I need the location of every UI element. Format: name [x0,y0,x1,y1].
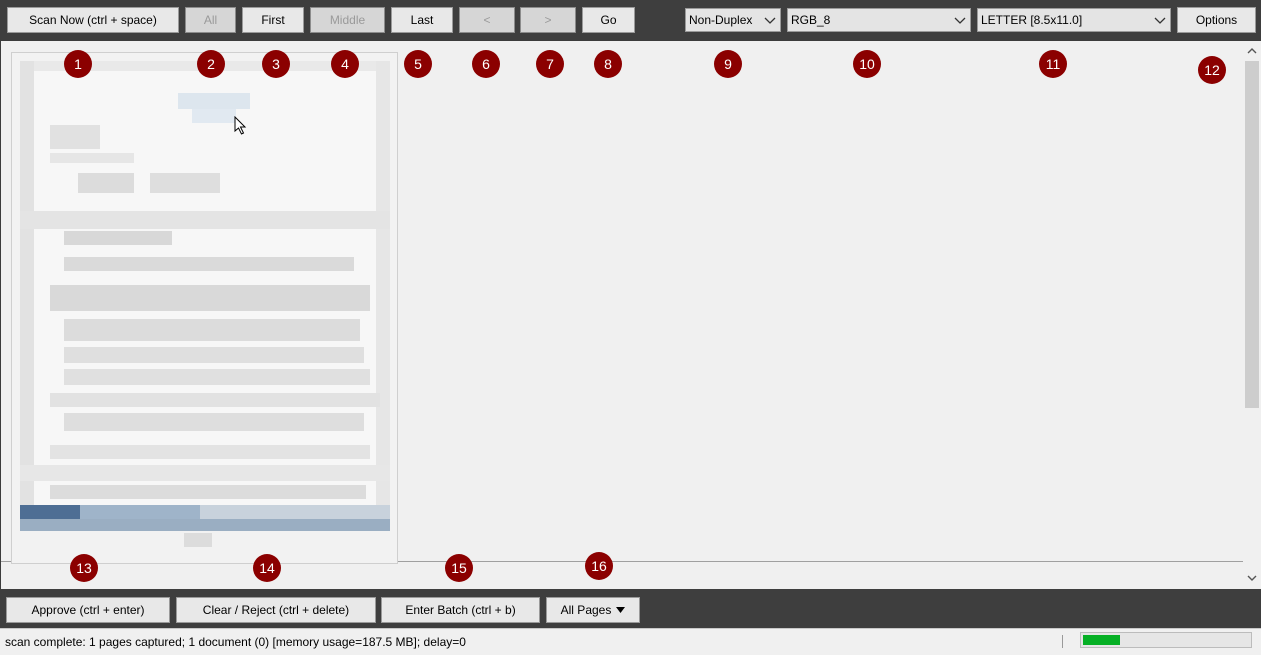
callout-badge-6: 6 [472,50,500,78]
callout-badge-7: 7 [536,50,564,78]
bottom-toolbar: Approve (ctrl + enter) Clear / Reject (c… [0,589,1261,628]
clear-reject-button[interactable]: Clear / Reject (ctrl + delete) [176,597,376,623]
all-button[interactable]: All [185,7,236,33]
progress-bar-fill [1083,635,1120,645]
status-message: scan complete: 1 pages captured; 1 docum… [5,635,466,649]
go-button[interactable]: Go [582,7,635,33]
caret-down-icon [616,607,626,613]
callout-badge-15: 15 [445,554,473,582]
color-mode-select-value: RGB_8 [791,13,831,27]
mouse-pointer-icon [234,116,247,135]
chevron-down-icon [954,17,966,24]
status-separator [1062,635,1063,648]
callout-badge-11: 11 [1039,50,1067,78]
callout-badge-13: 13 [70,554,98,582]
top-toolbar: Scan Now (ctrl + space) All First Middle… [0,0,1261,40]
callout-badge-4: 4 [331,50,359,78]
scan-now-button[interactable]: Scan Now (ctrl + space) [7,7,179,33]
next-page-button[interactable]: > [520,7,576,33]
approve-button[interactable]: Approve (ctrl + enter) [6,597,170,623]
enter-batch-button[interactable]: Enter Batch (ctrl + b) [381,597,540,623]
duplex-select[interactable]: Non-Duplex [685,8,781,32]
scroll-down-icon[interactable] [1247,573,1257,583]
callout-badge-2: 2 [197,50,225,78]
page-thumbnail[interactable] [11,52,398,564]
callout-badge-9: 9 [714,50,742,78]
first-button[interactable]: First [242,7,304,33]
progress-bar [1080,632,1252,648]
callout-badge-5: 5 [404,50,432,78]
chevron-down-icon [1154,17,1166,24]
vertical-scrollbar[interactable] [1243,41,1261,589]
callout-badge-14: 14 [253,554,281,582]
scroll-up-icon[interactable] [1247,46,1257,56]
callout-badge-3: 3 [262,50,290,78]
callout-badge-10: 10 [853,50,881,78]
paper-size-select[interactable]: LETTER [8.5x11.0] [977,8,1171,32]
scanned-page-image [20,61,390,531]
status-bar: scan complete: 1 pages captured; 1 docum… [0,628,1261,655]
paper-size-select-value: LETTER [8.5x11.0] [981,13,1083,27]
all-pages-label: All Pages [560,603,612,617]
callout-badge-1: 1 [64,50,92,78]
middle-button[interactable]: Middle [310,7,385,33]
callout-badge-16: 16 [585,552,613,580]
last-button[interactable]: Last [391,7,453,33]
previous-page-button[interactable]: < [459,7,515,33]
callout-badge-12: 12 [1198,56,1226,84]
scrollbar-thumb[interactable] [1245,61,1259,408]
callout-badge-8: 8 [594,50,622,78]
chevron-down-icon [764,17,776,24]
options-button[interactable]: Options [1177,7,1256,33]
duplex-select-value: Non-Duplex [689,13,753,27]
all-pages-dropdown-button[interactable]: All Pages [546,597,640,623]
color-mode-select[interactable]: RGB_8 [787,8,971,32]
